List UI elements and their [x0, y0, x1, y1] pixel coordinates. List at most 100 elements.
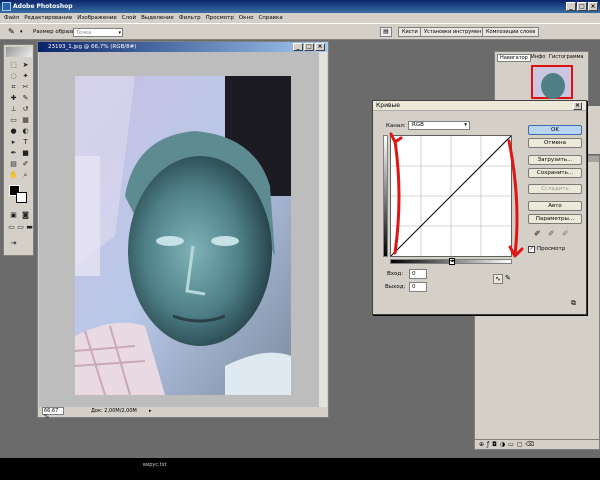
document-vertical-scrollbar[interactable] — [319, 52, 327, 408]
trash-icon[interactable]: ⌫ — [526, 441, 537, 448]
menu-view[interactable]: Просмотр — [206, 15, 234, 21]
maximize-button[interactable]: □ — [577, 2, 587, 11]
gray-eyedropper-icon[interactable]: ✐ — [548, 229, 555, 238]
tab-histogram[interactable]: Гистограмма — [549, 54, 584, 60]
app-title: Adobe Photoshop — [13, 3, 73, 10]
background-color-swatch[interactable] — [16, 192, 27, 203]
pen-tool-icon[interactable]: ✒ — [8, 149, 19, 158]
status-menu-arrow-icon[interactable]: ▸ — [149, 407, 152, 416]
document-window: 23193_1.jpg @ 66,7% (RGB/8#) _ □ × 66,67… — [37, 41, 329, 420]
menu-select[interactable]: Выделение — [141, 15, 174, 21]
clone-stamp-tool-icon[interactable]: ⊥ — [8, 105, 19, 114]
eyedropper-tool-icon[interactable]: ✐ — [20, 160, 31, 169]
brush-tool-icon[interactable]: ✎ — [20, 94, 31, 103]
layers-panel-footer: ⊕ƒ◘◑▭▢⌫ — [475, 439, 599, 449]
taskbar-item[interactable]: вирус.txt — [143, 462, 167, 468]
lasso-tool-icon[interactable]: ◌ — [8, 72, 19, 81]
document-size-info: Док: 2,00M/2,00M — [91, 408, 137, 414]
curve-points-tool-icon[interactable]: ∿ — [493, 274, 503, 284]
screen-mode-full-icon[interactable]: ▬ — [24, 223, 35, 232]
ok-button[interactable]: OK — [528, 125, 582, 135]
move-tool-icon[interactable]: ➤ — [20, 61, 31, 70]
path-selection-tool-icon[interactable]: ▸ — [8, 138, 19, 147]
hand-tool-icon[interactable]: ✋ — [8, 171, 19, 180]
minimize-button[interactable]: _ — [566, 2, 576, 11]
new-group-icon[interactable]: ▭ — [508, 441, 517, 448]
input-label: Вход: — [387, 271, 404, 277]
zoom-tool-icon[interactable]: ⌕ — [20, 171, 31, 180]
output-field[interactable]: 0 — [409, 282, 427, 292]
curves-dialog: Кривые × Канал: RGB ▾ ◂▸ Вход: 0 Выход: … — [372, 100, 587, 315]
doc-minimize-button[interactable]: _ — [293, 43, 303, 51]
canvas-area[interactable] — [39, 52, 320, 408]
crop-tool-icon[interactable]: ⌗ — [8, 83, 19, 92]
quick-mask-mode-icon[interactable]: ◙ — [20, 211, 31, 220]
save-button[interactable]: Сохранить... — [528, 168, 582, 178]
inverted-portrait-image — [75, 76, 291, 395]
pencil-tool-icon[interactable]: ✎ — [505, 274, 511, 282]
options-button[interactable]: Параметры... — [528, 214, 582, 224]
app-title-bar: Adobe Photoshop _ □ × — [0, 0, 600, 13]
input-field[interactable]: 0 — [409, 269, 427, 279]
document-title: 23193_1.jpg @ 66,7% (RGB/8#) — [48, 44, 137, 50]
preview-checkbox[interactable]: ✓ — [528, 246, 535, 253]
menu-bar: Файл Редактирование Изображение Слой Выд… — [0, 13, 600, 23]
white-eyedropper-icon[interactable]: ✐ — [562, 229, 569, 238]
menu-window[interactable]: Окно — [239, 15, 254, 21]
photoshop-logo-icon — [2, 2, 11, 11]
tab-info[interactable]: Инфо — [531, 54, 545, 60]
navigator-thumbnail[interactable] — [531, 65, 573, 99]
palette-well-icon[interactable]: ▤ — [380, 27, 392, 37]
black-eyedropper-icon[interactable]: ✐ — [534, 229, 541, 238]
collapsed-panel-strip — [586, 106, 600, 154]
navigator-panel: Навигатор Инфо Гистограмма — [494, 51, 589, 105]
eraser-tool-icon[interactable]: ▭ — [8, 116, 19, 125]
document-status-bar: 66,67 % Док: 2,00M/2,00M ▸ — [39, 407, 327, 420]
gradient-tool-icon[interactable]: ▦ — [20, 116, 31, 125]
doc-close-button[interactable]: × — [315, 43, 325, 51]
taskbar: вирус.txt — [0, 458, 600, 480]
smooth-button[interactable]: Сгладить — [528, 184, 582, 194]
palette-tab-layer-comps[interactable]: Композиции слоев — [482, 27, 540, 37]
preview-label: Просмотр — [537, 246, 566, 252]
layer-mask-icon[interactable]: ◘ — [492, 441, 500, 448]
type-tool-icon[interactable]: T — [20, 138, 31, 147]
menu-edit[interactable]: Редактирование — [24, 15, 72, 21]
blur-tool-icon[interactable]: ● — [8, 127, 19, 136]
doc-maximize-button[interactable]: □ — [304, 43, 314, 51]
slice-tool-icon[interactable]: ✂ — [20, 83, 31, 92]
new-layer-icon[interactable]: ▢ — [517, 441, 526, 448]
sample-size-value: Точка — [76, 30, 92, 36]
healing-brush-tool-icon[interactable]: ✚ — [8, 94, 19, 103]
toolbox: ⬚ ➤ ◌ ✦ ⌗ ✂ ✚ ✎ ⊥ ↺ ▭ ▦ ● ◐ ▸ T ✒ ■ ▤ ✐ … — [3, 44, 34, 256]
auto-button[interactable]: Авто — [528, 201, 582, 211]
document-title-bar: 23193_1.jpg @ 66,7% (RGB/8#) _ □ × — [38, 42, 328, 52]
adjustment-layer-icon[interactable]: ◑ — [500, 441, 508, 448]
tab-navigator[interactable]: Навигатор — [497, 54, 531, 62]
tool-preset-arrow-icon[interactable]: ▾ — [20, 29, 23, 35]
load-button[interactable]: Загрузить... — [528, 155, 582, 165]
expand-view-icon[interactable]: ⧉ — [571, 299, 576, 308]
shape-tool-icon[interactable]: ■ — [20, 149, 31, 158]
magic-wand-tool-icon[interactable]: ✦ — [20, 72, 31, 81]
marquee-tool-icon[interactable]: ⬚ — [8, 61, 19, 70]
adobe-logo-icon — [6, 47, 32, 57]
notes-tool-icon[interactable]: ▤ — [8, 160, 19, 169]
palette-tab-brushes[interactable]: Кисти — [398, 27, 422, 37]
sample-size-select[interactable]: Точка ▾ — [73, 28, 123, 37]
menu-file[interactable]: Файл — [4, 15, 19, 21]
eyedropper-tool-icon[interactable]: ✎ — [8, 27, 15, 36]
standard-mode-icon[interactable]: ▣ — [8, 211, 19, 220]
menu-filter[interactable]: Фильтр — [179, 15, 201, 21]
menu-layer[interactable]: Слой — [122, 15, 136, 21]
zoom-field[interactable]: 66,67 % — [42, 407, 64, 420]
close-button[interactable]: × — [588, 2, 598, 11]
menu-help[interactable]: Справка — [258, 15, 282, 21]
output-label: Выход: — [385, 284, 406, 290]
dodge-tool-icon[interactable]: ◐ — [20, 127, 31, 136]
link-layers-icon[interactable]: ⊕ — [479, 441, 487, 448]
cancel-button[interactable]: Отмена — [528, 138, 582, 148]
history-brush-tool-icon[interactable]: ↺ — [20, 105, 31, 114]
jump-to-imageready-icon[interactable]: ⇥ — [8, 239, 19, 248]
menu-image[interactable]: Изображение — [77, 15, 117, 21]
